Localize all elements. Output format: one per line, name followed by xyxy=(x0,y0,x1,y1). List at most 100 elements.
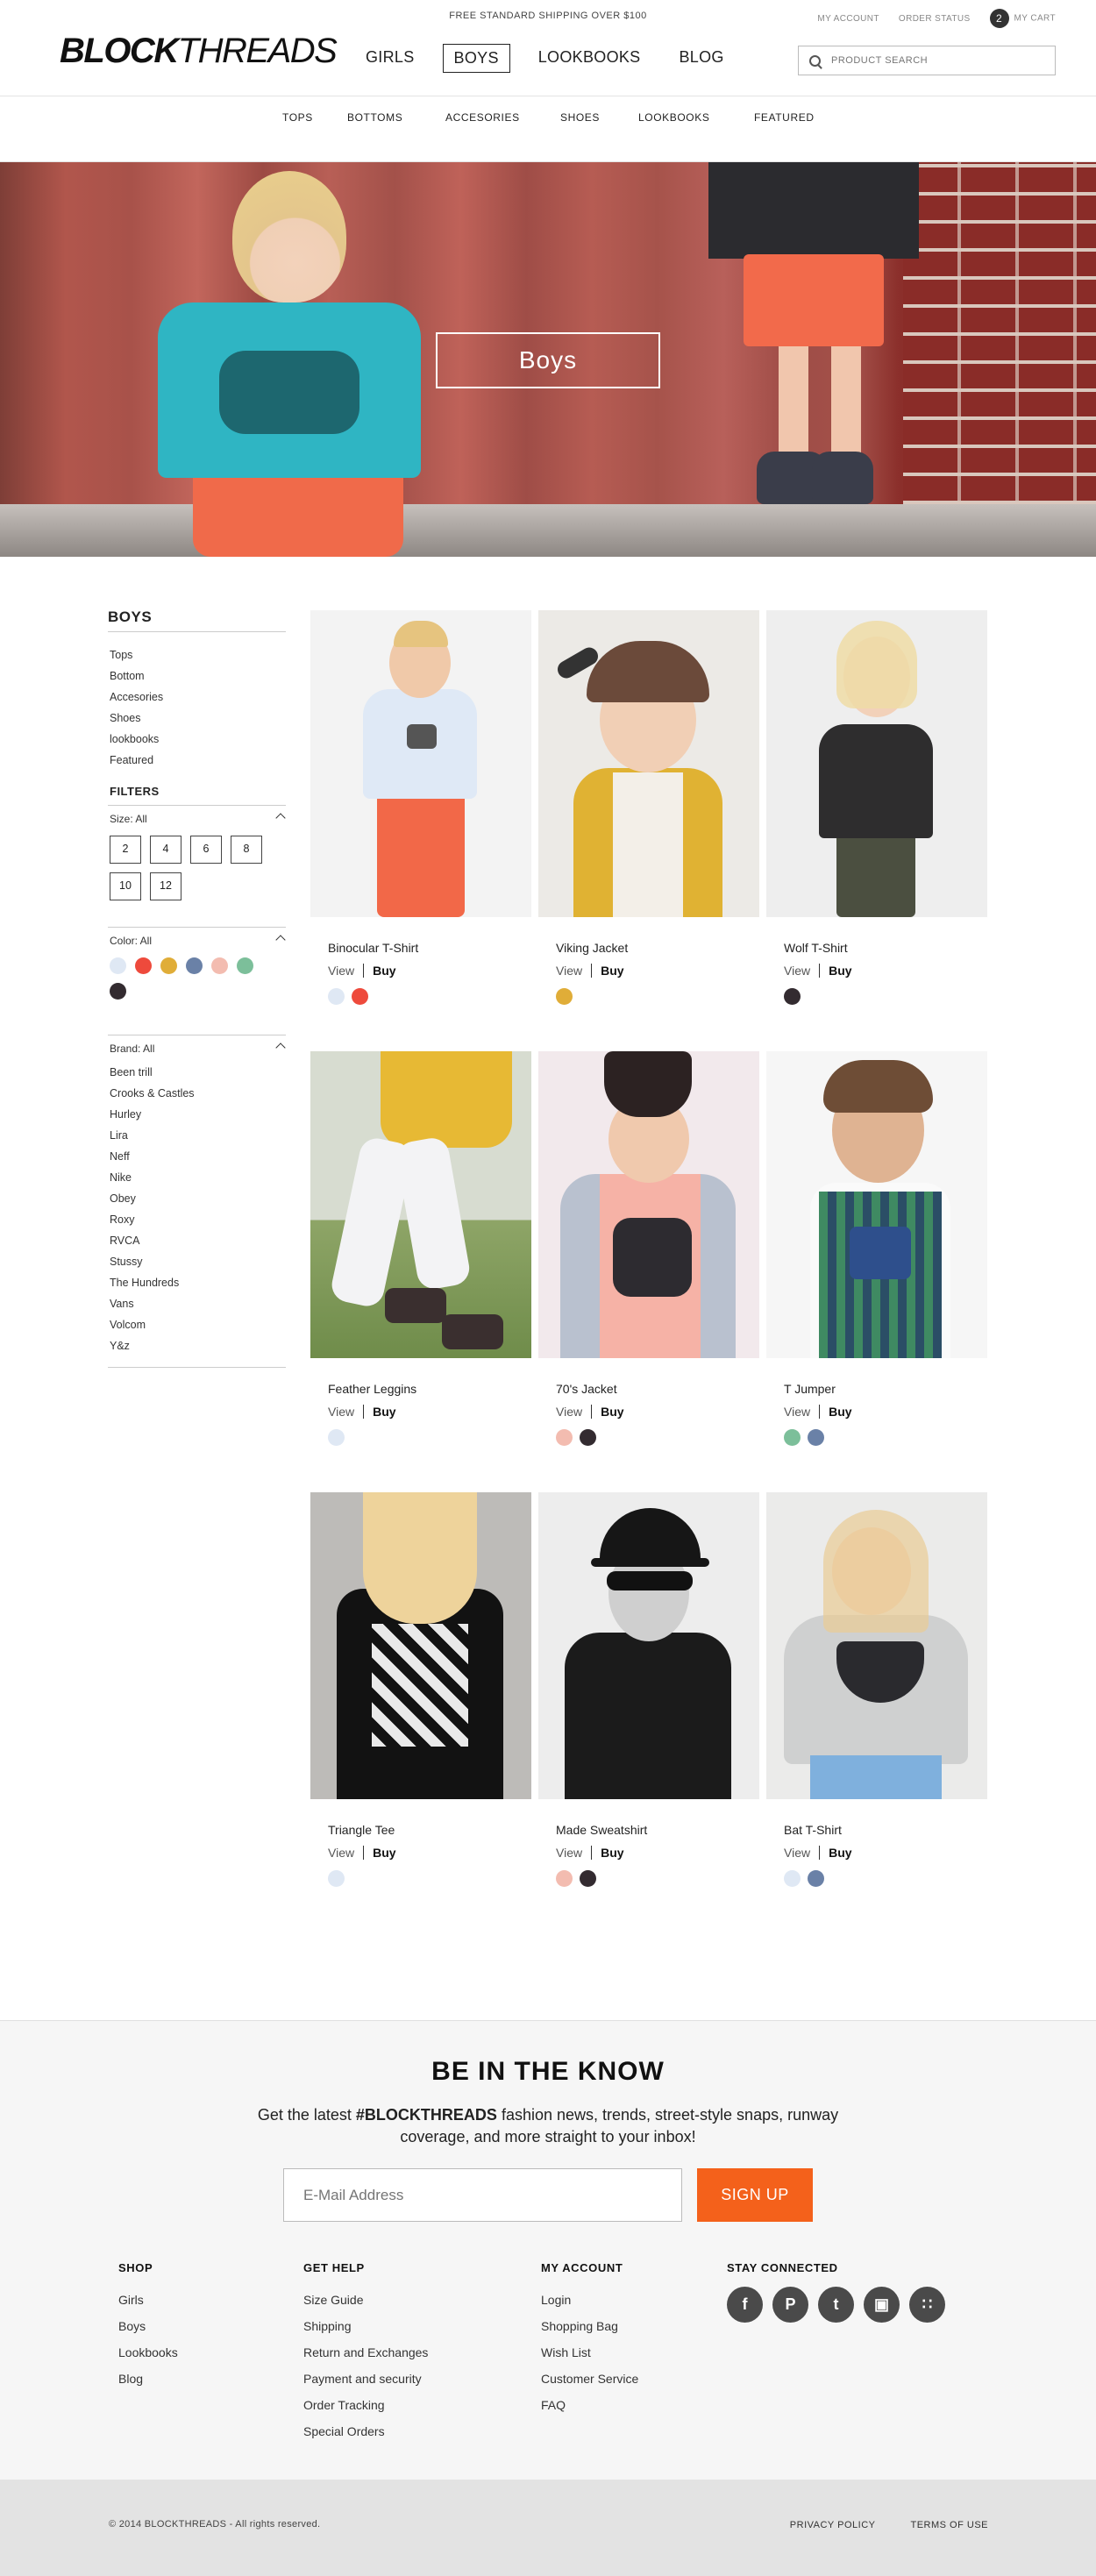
buy-link[interactable]: Buy xyxy=(601,1846,623,1860)
buy-link[interactable]: Buy xyxy=(829,1405,851,1419)
color-swatch[interactable] xyxy=(556,1870,573,1887)
brand-item[interactable]: Stussy xyxy=(108,1251,286,1272)
view-link[interactable]: View xyxy=(556,964,582,978)
view-link[interactable]: View xyxy=(328,1405,354,1419)
color-swatch[interactable] xyxy=(160,957,177,974)
instagram-icon[interactable]: ▣ xyxy=(864,2287,900,2323)
color-swatch[interactable] xyxy=(808,1870,824,1887)
footer-link-girls[interactable]: Girls xyxy=(118,2287,178,2313)
color-swatch[interactable] xyxy=(110,957,126,974)
brand-item[interactable]: Been trill xyxy=(108,1062,286,1083)
brand-item[interactable]: Volcom xyxy=(108,1314,286,1335)
color-swatch[interactable] xyxy=(580,1429,596,1446)
view-link[interactable]: View xyxy=(328,964,354,978)
logo[interactable]: BLOCKTHREADS xyxy=(60,31,338,71)
color-swatch[interactable] xyxy=(237,957,253,974)
product-name[interactable]: Triangle Tee xyxy=(310,1823,531,1837)
product-name[interactable]: T Jumper xyxy=(766,1382,987,1396)
footer-link-boys[interactable]: Boys xyxy=(118,2313,178,2339)
subnav-tops[interactable]: TOPS xyxy=(282,111,313,124)
facebook-icon[interactable]: f xyxy=(727,2287,763,2323)
brand-item[interactable]: Obey xyxy=(108,1188,286,1209)
order-status-link[interactable]: ORDER STATUS xyxy=(899,14,971,24)
subnav-shoes[interactable]: SHOES xyxy=(560,111,600,124)
product-image[interactable] xyxy=(310,1492,531,1799)
subnav-bottoms[interactable]: BOTTOMS xyxy=(347,111,402,124)
view-link[interactable]: View xyxy=(784,1405,810,1419)
color-swatch[interactable] xyxy=(808,1429,824,1446)
color-swatch[interactable] xyxy=(328,1429,345,1446)
product-image[interactable] xyxy=(766,1051,987,1358)
color-swatch[interactable] xyxy=(328,988,345,1005)
brand-item[interactable]: Hurley xyxy=(108,1104,286,1125)
product-name[interactable]: Binocular T-Shirt xyxy=(310,941,531,955)
color-swatch[interactable] xyxy=(352,988,368,1005)
hero-title[interactable]: Boys xyxy=(436,332,660,388)
product-name[interactable]: Viking Jacket xyxy=(538,941,759,955)
footer-link-size-guide[interactable]: Size Guide xyxy=(303,2287,428,2313)
brand-item[interactable]: RVCA xyxy=(108,1230,286,1251)
nav-blog[interactable]: BLOG xyxy=(669,44,735,73)
product-image[interactable] xyxy=(538,610,759,917)
size-option[interactable]: 6 xyxy=(190,836,222,864)
color-swatch[interactable] xyxy=(556,1429,573,1446)
subnav-accesories[interactable]: ACCESORIES xyxy=(445,111,520,124)
color-swatch[interactable] xyxy=(211,957,228,974)
product-image[interactable] xyxy=(538,1051,759,1358)
view-link[interactable]: View xyxy=(784,1846,810,1860)
search-input[interactable] xyxy=(831,55,1033,66)
brand-item[interactable]: Vans xyxy=(108,1293,286,1314)
footer-link-payment[interactable]: Payment and security xyxy=(303,2366,428,2392)
footer-link-order-tracking[interactable]: Order Tracking xyxy=(303,2392,428,2418)
footer-link-login[interactable]: Login xyxy=(541,2287,638,2313)
size-option[interactable]: 4 xyxy=(150,836,181,864)
buy-link[interactable]: Buy xyxy=(601,1405,623,1419)
brand-item[interactable]: Roxy xyxy=(108,1209,286,1230)
footer-link-wish-list[interactable]: Wish List xyxy=(541,2339,638,2366)
size-option[interactable]: 10 xyxy=(110,872,141,900)
view-link[interactable]: View xyxy=(784,964,810,978)
product-name[interactable]: 70's Jacket xyxy=(538,1382,759,1396)
brand-filter-label[interactable]: Brand: All xyxy=(108,1042,286,1055)
brand-item[interactable]: Y&z xyxy=(108,1335,286,1356)
product-image[interactable] xyxy=(538,1492,759,1799)
sign-up-button[interactable]: SIGN UP xyxy=(697,2168,813,2222)
footer-link-shopping-bag[interactable]: Shopping Bag xyxy=(541,2313,638,2339)
brand-item[interactable]: Crooks & Castles xyxy=(108,1083,286,1104)
my-cart-link[interactable]: 2 MY CART xyxy=(989,9,1056,28)
brand-item[interactable]: Nike xyxy=(108,1167,286,1188)
footer-link-faq[interactable]: FAQ xyxy=(541,2392,638,2418)
apps-icon[interactable]: ∷ xyxy=(909,2287,945,2323)
twitter-icon[interactable]: t xyxy=(818,2287,854,2323)
search-icon[interactable] xyxy=(809,54,821,67)
product-image[interactable] xyxy=(766,610,987,917)
color-swatch[interactable] xyxy=(580,1870,596,1887)
brand-item[interactable]: Lira xyxy=(108,1125,286,1146)
subnav-lookbooks[interactable]: LOOKBOOKS xyxy=(638,111,709,124)
pinterest-icon[interactable]: P xyxy=(772,2287,808,2323)
brand-item[interactable]: The Hundreds xyxy=(108,1272,286,1293)
sidebar-item-tops[interactable]: Tops xyxy=(108,644,286,665)
color-filter-label[interactable]: Color: All xyxy=(108,935,286,947)
view-link[interactable]: View xyxy=(556,1405,582,1419)
buy-link[interactable]: Buy xyxy=(373,1405,395,1419)
color-swatch[interactable] xyxy=(135,957,152,974)
sidebar-item-bottom[interactable]: Bottom xyxy=(108,665,286,687)
sidebar-item-accesories[interactable]: Accesories xyxy=(108,687,286,708)
color-swatch[interactable] xyxy=(784,1870,801,1887)
color-swatch[interactable] xyxy=(110,983,126,1000)
privacy-policy-link[interactable]: PRIVACY POLICY xyxy=(790,2520,876,2530)
product-image[interactable] xyxy=(310,610,531,917)
product-image[interactable] xyxy=(310,1051,531,1358)
color-swatch[interactable] xyxy=(328,1870,345,1887)
sidebar-item-featured[interactable]: Featured xyxy=(108,750,286,771)
color-swatch[interactable] xyxy=(784,988,801,1005)
color-swatch[interactable] xyxy=(784,1429,801,1446)
nav-boys[interactable]: BOYS xyxy=(442,44,510,73)
email-field[interactable] xyxy=(283,2168,682,2222)
buy-link[interactable]: Buy xyxy=(373,1846,395,1860)
sidebar-item-shoes[interactable]: Shoes xyxy=(108,708,286,729)
nav-girls[interactable]: GIRLS xyxy=(355,44,425,73)
sidebar-item-lookbooks[interactable]: lookbooks xyxy=(108,729,286,750)
size-option[interactable]: 12 xyxy=(150,872,181,900)
